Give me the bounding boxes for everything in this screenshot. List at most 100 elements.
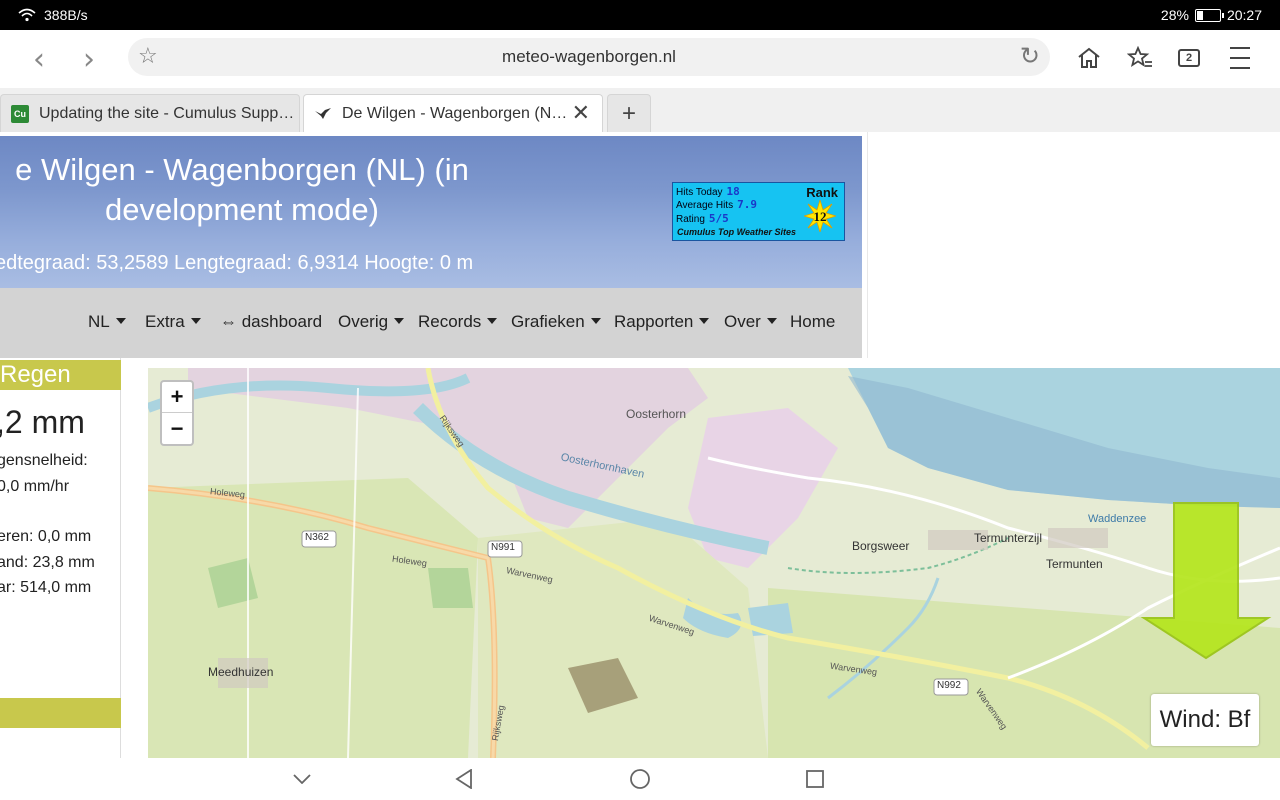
caret-down-icon <box>766 318 777 324</box>
battery-percent: 28% <box>1160 7 1189 23</box>
map-label-oosterhorn: Oosterhorn <box>626 407 687 421</box>
rain-line-3: ar: 514,0 mm <box>0 579 92 596</box>
rank-value: 12 <box>814 209 827 224</box>
rain-rate-value: 0,0 mm/hr <box>0 478 70 495</box>
square-recents-icon <box>806 770 824 788</box>
triangle-back-icon <box>455 769 472 789</box>
caret-down-icon <box>190 318 201 324</box>
tab-strip: Cu Updating the site - Cumulus Supp… De … <box>0 88 1280 132</box>
system-navigation-bar <box>0 758 1280 800</box>
zoom-in-button[interactable]: + <box>162 382 192 413</box>
tab-title: Updating the site - Cumulus Supp… <box>39 104 295 122</box>
menu-grafieken[interactable]: Grafieken <box>511 312 601 332</box>
menu-label: Rapporten <box>614 312 694 331</box>
zoom-control: + − <box>160 380 194 446</box>
map-tiles <box>148 368 1280 758</box>
new-tab-button[interactable]: + <box>607 94 651 132</box>
rating-label: Rating <box>676 214 705 225</box>
road-shield-n991: N991 <box>491 542 515 553</box>
rating-value: 5/5 <box>708 212 729 225</box>
tab-switcher-button[interactable]: 2 <box>1171 40 1207 76</box>
rain-panel: Regen ,2 mm gensnelheid: 0,0 mm/hr eren:… <box>0 358 121 758</box>
hits-today-label: Hits Today <box>676 187 723 198</box>
average-hits-value: 7.9 <box>737 198 757 211</box>
system-back-button[interactable] <box>451 766 477 792</box>
menu-dashboard[interactable]: ⇔ dashboard <box>220 312 322 332</box>
battery-icon <box>1194 8 1224 22</box>
site-header: e Wilgen - Wagenborgen (NL) (in developm… <box>0 136 862 288</box>
map-label-termunten: Termunten <box>1046 557 1103 571</box>
clock: 20:27 <box>1226 7 1262 23</box>
site-title-line1: e Wilgen - Wagenborgen (NL) (in <box>15 152 469 187</box>
chevron-down-icon <box>293 774 311 784</box>
favorites-list-icon <box>1127 46 1152 67</box>
site-title-line2: development mode) <box>105 192 379 227</box>
map-label-borgsweer: Borgsweer <box>852 539 910 553</box>
system-home-button[interactable] <box>627 766 653 792</box>
station-coordinates: edtegraad: 53,2589 Lengtegraad: 6,9314 H… <box>0 252 474 274</box>
circle-home-icon <box>630 769 650 789</box>
menu-label: Extra <box>145 312 185 331</box>
close-tab-icon[interactable]: ✕ <box>572 101 590 126</box>
network-speed: 388B/s <box>44 7 88 23</box>
menu-records[interactable]: Records <box>418 312 498 332</box>
menu-label: Records <box>418 312 482 331</box>
home-button[interactable] <box>1071 40 1107 76</box>
menu-label: ⇔ dashboard <box>220 312 323 331</box>
rain-heading: Regen <box>0 360 121 390</box>
badge-footer: Cumulus Top Weather Sites <box>677 227 797 237</box>
forward-button[interactable]: › <box>72 42 106 77</box>
bookmarks-button[interactable] <box>1122 40 1158 76</box>
menu-label: Overig <box>338 312 389 331</box>
menu-button[interactable] <box>1222 40 1258 76</box>
web-page: e Wilgen - Wagenborgen (NL) (in developm… <box>0 132 1280 758</box>
main-navigation: NL Extra ⇔ dashboard Overig Records Graf… <box>0 288 862 358</box>
caret-down-icon <box>699 318 710 324</box>
menu-label: Home <box>790 312 836 331</box>
rain-heading-text: Regen <box>0 361 71 388</box>
menu-rapporten[interactable]: Rapporten <box>614 312 710 332</box>
weather-map[interactable]: Oosterhorn Oosterhornhaven Borgsweer Ter… <box>148 368 1280 758</box>
wind-label: Wind: Bf <box>1151 694 1259 746</box>
menu-label: NL <box>88 312 110 331</box>
caret-down-icon <box>394 318 405 324</box>
system-recents-button[interactable] <box>802 766 828 792</box>
caret-down-icon <box>115 318 126 324</box>
home-icon <box>1078 47 1100 68</box>
map-label-termunterzijl: Termunterzijl <box>974 531 1043 545</box>
caret-down-icon <box>590 318 601 324</box>
menu-over[interactable]: Over <box>724 312 777 332</box>
status-bar: 388B/s 28% 20:27 <box>0 0 1280 30</box>
menu-extra[interactable]: Extra <box>145 312 201 332</box>
cumulus-top-sites-badge[interactable]: Hits Today 18 Average Hits 7.9 Rating 5/5 R… <box>672 182 845 241</box>
menu-home[interactable]: Home <box>790 312 835 332</box>
address-bar[interactable]: ☆ meteo-wagenborgen.nl ↻ <box>128 38 1050 76</box>
menu-label: Over <box>724 312 761 331</box>
tab-cumulus-support[interactable]: Cu Updating the site - Cumulus Supp… <box>0 94 300 132</box>
map-label-meedhuizen: Meedhuizen <box>208 665 274 679</box>
average-hits-label: Average Hits <box>676 200 734 211</box>
url-text[interactable]: meteo-wagenborgen.nl <box>128 47 1050 67</box>
rain-rate-label: gensnelheid: <box>0 452 88 469</box>
menu-nl[interactable]: NL <box>88 312 126 332</box>
hits-today-value: 18 <box>726 185 740 198</box>
back-button[interactable]: ‹ <box>22 42 56 77</box>
rain-today-value: ,2 mm <box>0 404 85 440</box>
menu-label: Grafieken <box>511 312 585 331</box>
zoom-out-button[interactable]: − <box>162 413 192 444</box>
bird-favicon-icon <box>314 105 332 123</box>
cumulus-favicon: Cu <box>11 104 29 123</box>
wifi-icon <box>18 8 36 22</box>
rank-sun-icon: 12 <box>804 200 836 232</box>
caret-down-icon <box>487 318 498 324</box>
hide-nav-button[interactable] <box>289 766 315 792</box>
rain-line-1: eren: 0,0 mm <box>0 528 92 545</box>
menu-overig[interactable]: Overig <box>338 312 405 332</box>
tab-title: De Wilgen - Wagenborgen (N… <box>342 104 568 122</box>
browser-toolbar: ‹ › ☆ meteo-wagenborgen.nl ↻ 2 <box>0 30 1280 88</box>
tab-count: 2 <box>1178 49 1200 67</box>
divider <box>867 132 868 358</box>
road-shield-n992: N992 <box>937 680 961 691</box>
reload-icon[interactable]: ↻ <box>1020 42 1040 70</box>
tab-de-wilgen[interactable]: De Wilgen - Wagenborgen (N… ✕ <box>303 94 603 132</box>
